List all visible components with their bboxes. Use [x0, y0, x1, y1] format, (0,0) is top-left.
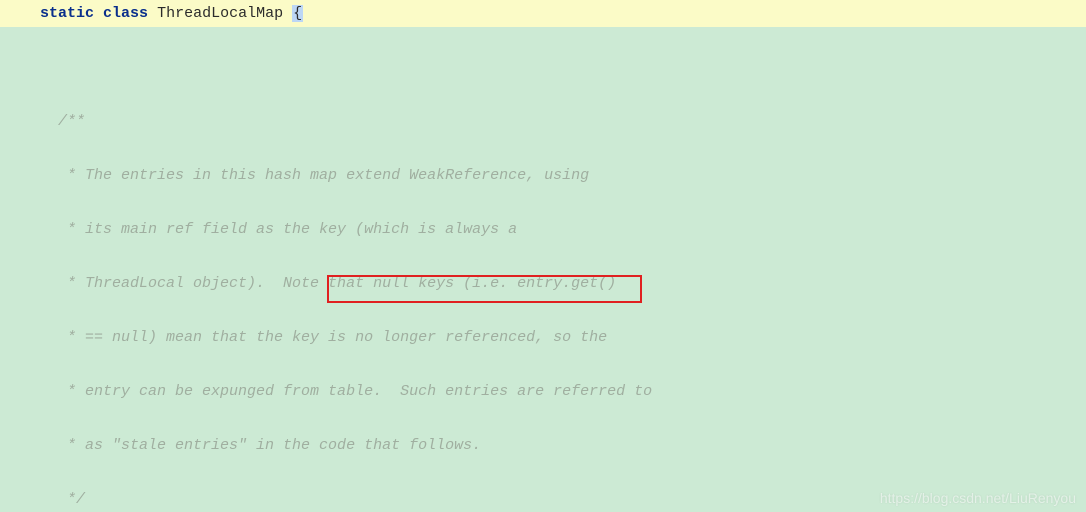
- code-line-comment: * entry can be expunged from table. Such…: [0, 378, 1086, 405]
- code-line-comment: * ThreadLocal object). Note that null ke…: [0, 270, 1086, 297]
- code-line-comment: * == null) mean that the key is no longe…: [0, 324, 1086, 351]
- kw-class: class: [103, 5, 148, 22]
- code-block: static class ThreadLocalMap { /** * The …: [0, 0, 1086, 512]
- code-line-comment: */: [0, 486, 1086, 512]
- code-line-header: static class ThreadLocalMap {: [0, 0, 1086, 27]
- code-line-comment: * The entries in this hash map extend We…: [0, 162, 1086, 189]
- brace-open-selected: {: [292, 5, 303, 22]
- class-name: ThreadLocalMap: [157, 5, 283, 22]
- code-line-comment: * its main ref field as the key (which i…: [0, 216, 1086, 243]
- code-line-comment: /**: [0, 108, 1086, 135]
- code-viewer: static class ThreadLocalMap { /** * The …: [0, 0, 1086, 512]
- code-line-blank: [0, 54, 1086, 81]
- code-line-comment: * as "stale entries" in the code that fo…: [0, 432, 1086, 459]
- kw-static: static: [40, 5, 94, 22]
